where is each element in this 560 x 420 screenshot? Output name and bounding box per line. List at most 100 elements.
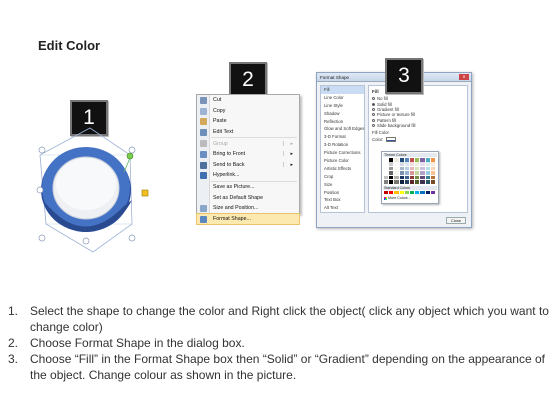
color-swatch[interactable] xyxy=(389,166,394,171)
menu-item-set-as-default-shape[interactable]: Set as Default Shape xyxy=(197,192,299,203)
menu-item-send-to-back[interactable]: Send to Back | ▸ xyxy=(197,160,299,171)
color-swatch[interactable] xyxy=(420,166,425,171)
color-swatch[interactable] xyxy=(404,175,409,180)
color-swatch[interactable] xyxy=(389,171,394,175)
menu-item-size-and-position[interactable]: Size and Position... xyxy=(197,203,299,214)
color-swatch[interactable] xyxy=(409,158,415,162)
color-swatch[interactable] xyxy=(404,179,409,184)
color-swatch[interactable] xyxy=(394,175,399,180)
color-swatch[interactable] xyxy=(425,190,430,195)
color-swatch[interactable] xyxy=(384,179,389,184)
color-swatch[interactable] xyxy=(430,158,435,162)
category-3-d-rotation[interactable]: 3-D Rotation xyxy=(321,141,364,149)
color-swatch[interactable] xyxy=(399,190,404,195)
color-swatch[interactable] xyxy=(409,166,415,171)
color-swatch[interactable] xyxy=(415,190,420,195)
color-swatch[interactable] xyxy=(384,158,389,162)
color-swatch[interactable] xyxy=(420,179,425,184)
color-swatch[interactable] xyxy=(399,171,404,175)
category-glow-and-soft-edges[interactable]: Glow and Soft Edges xyxy=(321,125,364,133)
color-swatch[interactable] xyxy=(399,166,404,171)
category-3-d-format[interactable]: 3-D Format xyxy=(321,133,364,141)
color-swatch[interactable] xyxy=(404,171,409,175)
color-swatch[interactable] xyxy=(425,158,430,162)
menu-item-save-as-picture[interactable]: Save as Picture... xyxy=(197,182,299,193)
color-swatch[interactable] xyxy=(399,158,404,162)
menu-item-hyperlink[interactable]: Hyperlink... xyxy=(197,170,299,181)
color-swatch[interactable] xyxy=(399,162,404,166)
color-swatch[interactable] xyxy=(394,166,399,171)
color-swatch[interactable] xyxy=(399,175,404,180)
color-swatch[interactable] xyxy=(394,171,399,175)
color-swatch[interactable] xyxy=(389,179,394,184)
category-artistic-effects[interactable]: Artistic Effects xyxy=(321,165,364,173)
color-swatch[interactable] xyxy=(384,162,389,166)
color-swatch[interactable] xyxy=(420,190,425,195)
color-swatch[interactable] xyxy=(430,179,435,184)
color-swatch[interactable] xyxy=(415,175,420,180)
selected-ring-shape[interactable] xyxy=(28,120,158,265)
category-shadow[interactable]: Shadow xyxy=(321,110,364,118)
category-crop[interactable]: Crop xyxy=(321,173,364,181)
color-swatch[interactable] xyxy=(409,171,415,175)
category-alt-text[interactable]: Alt Text xyxy=(321,204,364,212)
color-swatch[interactable] xyxy=(415,179,420,184)
more-colors-option[interactable]: More Colors... xyxy=(384,196,436,200)
color-swatch[interactable] xyxy=(389,162,394,166)
category-fill[interactable]: Fill xyxy=(321,86,364,94)
menu-item-group[interactable]: Group | ▸ xyxy=(197,138,299,149)
color-swatch[interactable] xyxy=(430,171,435,175)
close-icon[interactable]: ✕ xyxy=(459,74,469,80)
color-swatch[interactable] xyxy=(415,158,420,162)
color-swatch[interactable] xyxy=(430,166,435,171)
color-swatch[interactable] xyxy=(404,190,409,195)
menu-item-edit-text[interactable]: Edit Text xyxy=(197,127,299,138)
color-swatch[interactable] xyxy=(425,171,430,175)
color-picker-button[interactable] xyxy=(386,136,397,142)
category-line-style[interactable]: Line Style xyxy=(321,102,364,110)
color-swatch[interactable] xyxy=(430,162,435,166)
color-swatch[interactable] xyxy=(394,190,399,195)
menu-item-cut[interactable]: Cut xyxy=(197,95,299,106)
color-swatch[interactable] xyxy=(394,179,399,184)
color-swatch[interactable] xyxy=(425,175,430,180)
color-swatch[interactable] xyxy=(389,158,394,162)
color-swatch[interactable] xyxy=(420,158,425,162)
category-reflection[interactable]: Reflection xyxy=(321,118,364,126)
color-swatch[interactable] xyxy=(384,175,389,180)
color-swatch[interactable] xyxy=(415,166,420,171)
color-swatch[interactable] xyxy=(389,175,394,180)
color-swatch[interactable] xyxy=(430,175,435,180)
color-swatch[interactable] xyxy=(384,171,389,175)
category-size[interactable]: Size xyxy=(321,181,364,189)
color-swatch[interactable] xyxy=(384,166,389,171)
menu-item-copy[interactable]: Copy xyxy=(197,106,299,117)
color-swatch[interactable] xyxy=(430,190,435,195)
menu-item-format-shape[interactable]: Format Shape... xyxy=(196,212,300,226)
close-button[interactable]: Close xyxy=(446,217,466,224)
color-swatch[interactable] xyxy=(399,179,404,184)
color-swatch[interactable] xyxy=(425,179,430,184)
menu-item-paste[interactable]: Paste xyxy=(197,116,299,127)
color-swatch[interactable] xyxy=(415,162,420,166)
color-swatch[interactable] xyxy=(425,162,430,166)
color-swatch[interactable] xyxy=(404,166,409,171)
color-swatch[interactable] xyxy=(420,162,425,166)
color-swatch[interactable] xyxy=(409,190,415,195)
category-text-box[interactable]: Text Box xyxy=(321,196,364,204)
color-swatch[interactable] xyxy=(420,171,425,175)
fill-option-slide-background-fill[interactable]: Slide background fill xyxy=(372,123,464,128)
color-swatch[interactable] xyxy=(389,190,394,195)
color-swatch[interactable] xyxy=(425,166,430,171)
menu-item-bring-to-front[interactable]: Bring to Front | ▸ xyxy=(197,149,299,160)
color-swatch[interactable] xyxy=(420,175,425,180)
color-swatch[interactable] xyxy=(415,171,420,175)
color-swatch[interactable] xyxy=(394,162,399,166)
color-swatch[interactable] xyxy=(404,158,409,162)
category-position[interactable]: Position xyxy=(321,189,364,197)
category-picture-corrections[interactable]: Picture Corrections xyxy=(321,149,364,157)
category-line-color[interactable]: Line Color xyxy=(321,94,364,102)
category-picture-color[interactable]: Picture Color xyxy=(321,157,364,165)
color-swatch[interactable] xyxy=(394,158,399,162)
color-swatch[interactable] xyxy=(409,179,415,184)
